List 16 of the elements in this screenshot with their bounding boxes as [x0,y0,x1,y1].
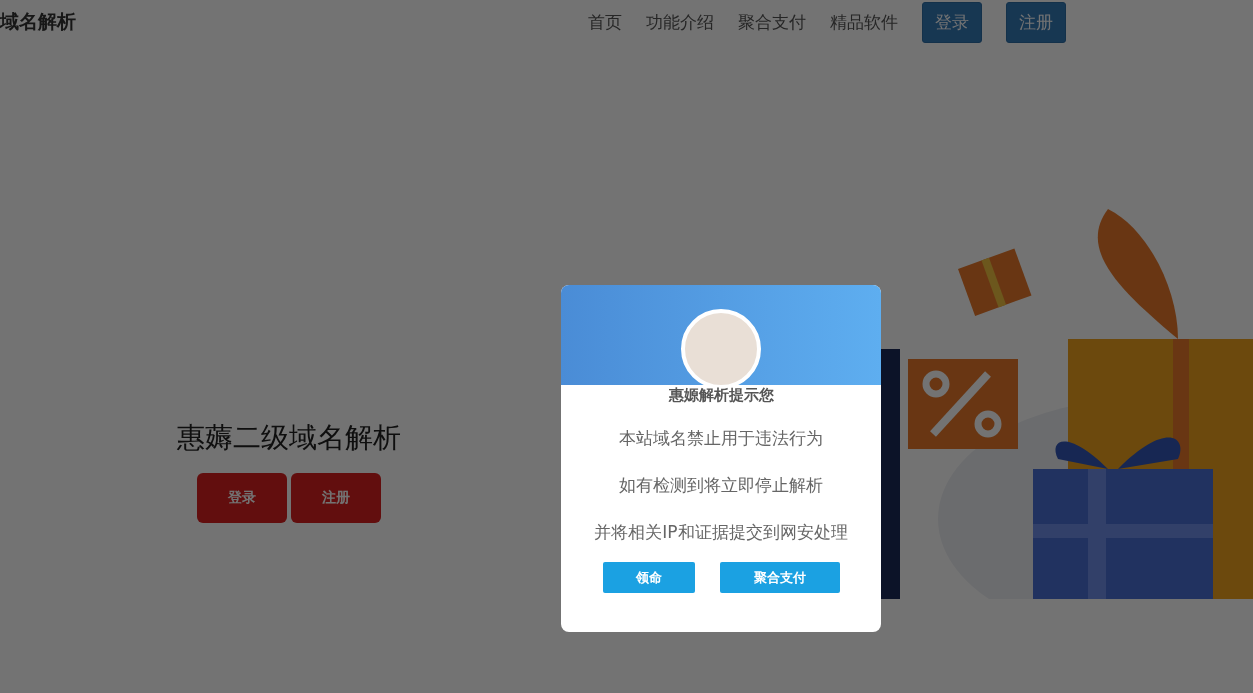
nav-button[interactable]: 登录 [922,1,982,43]
dialog-button[interactable]: 聚合支付 [719,562,840,593]
nav-link[interactable]: 精品软件 [830,10,898,34]
dialog-title: 惠嫄解析提示您 [668,386,774,405]
hero-button[interactable]: 登录 [197,473,287,523]
nav-link[interactable]: 功能介绍 [646,10,714,34]
notice-text: 如有检测到将立即停止解析 [619,474,823,497]
notice-text: 本站域名禁止用于违法行为 [619,427,823,450]
site-logo[interactable]: 域名解析 [0,9,76,35]
nav-button[interactable]: 注册 [1006,1,1066,43]
nav-link[interactable]: 聚合支付 [738,10,806,34]
dialog-button[interactable]: 领命 [602,562,695,593]
notice-text: 并将相关IP和证据提交到网安处理 [594,521,848,544]
hero-button[interactable]: 注册 [291,473,381,523]
hero-title: 惠薅二级域名解析 [177,420,401,456]
nav-link[interactable]: 首页 [588,10,622,34]
